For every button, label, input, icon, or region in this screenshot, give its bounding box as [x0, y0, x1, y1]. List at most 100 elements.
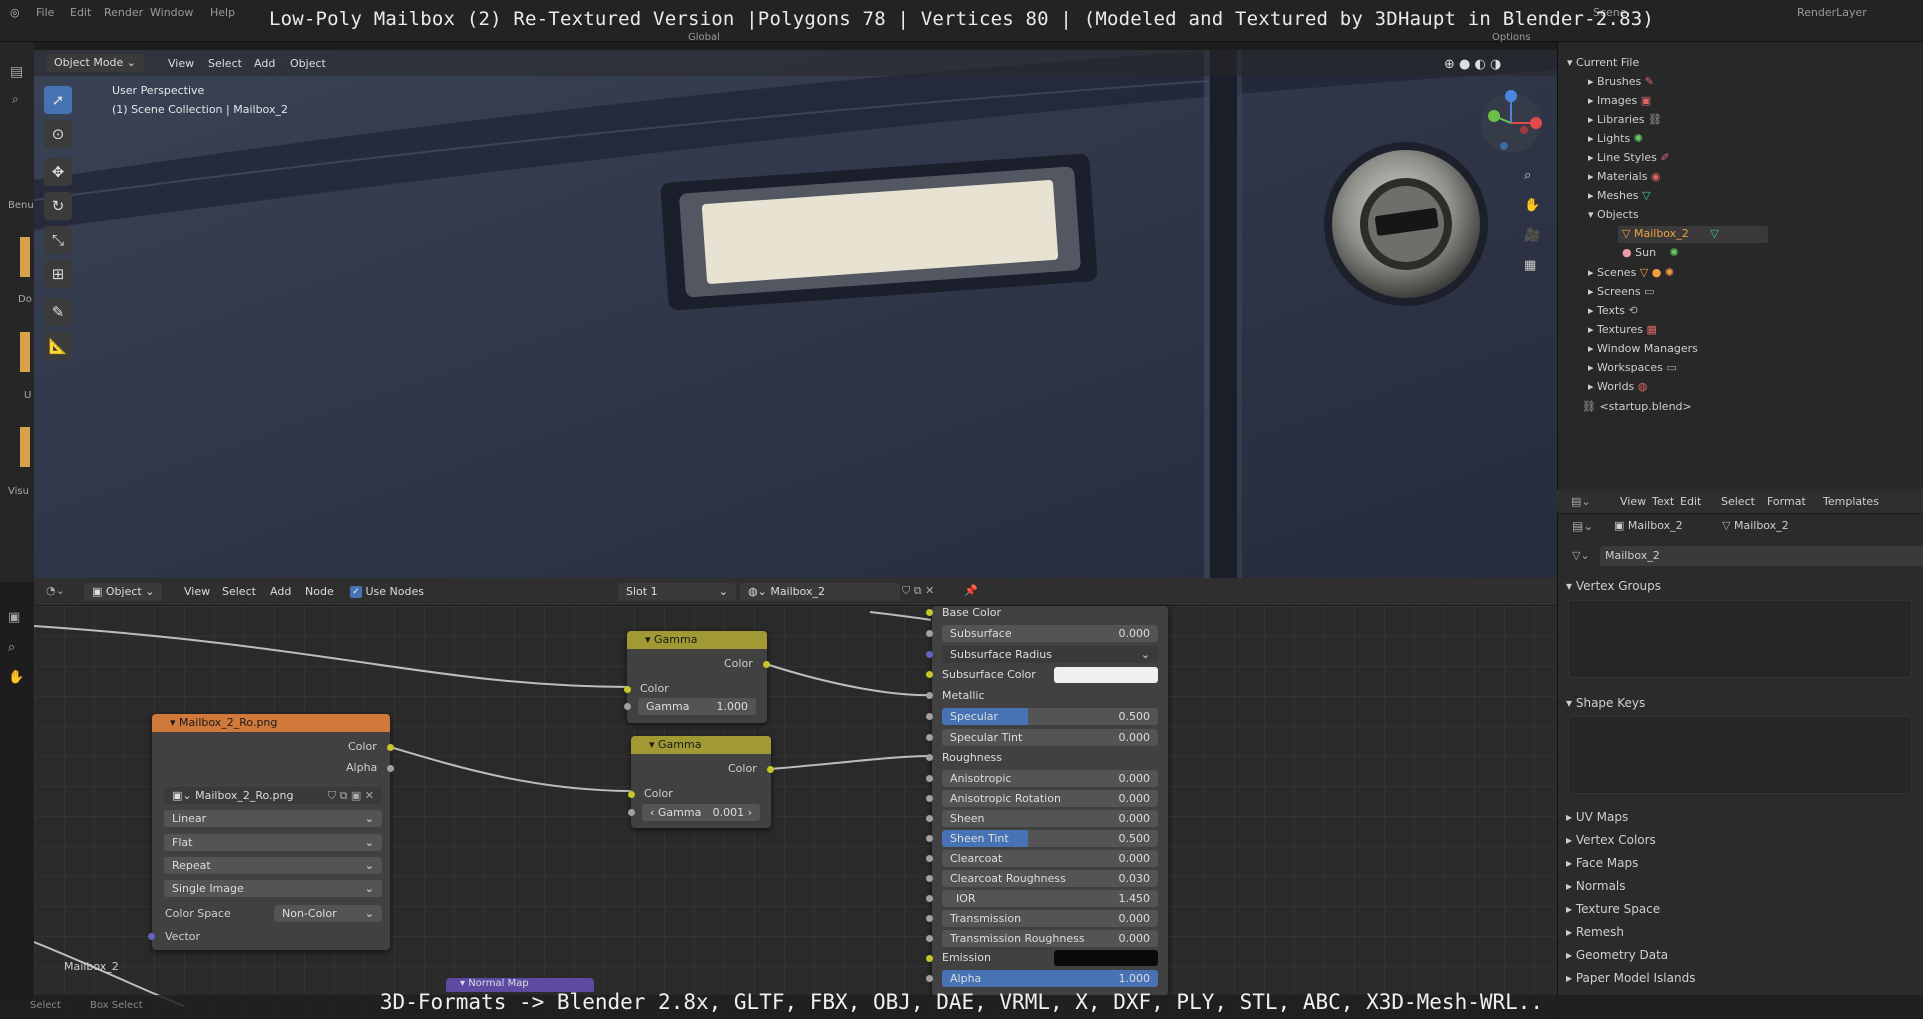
gamma1-output-socket[interactable]	[763, 661, 770, 668]
node-menu-node[interactable]: Node	[305, 585, 334, 598]
measure-tool-icon[interactable]: 📐	[44, 332, 72, 360]
anisotropic-rotation-field[interactable]: Anisotropic Rotation 0.000	[942, 790, 1158, 807]
emission-socket[interactable]	[926, 955, 933, 962]
specular-tint-socket[interactable]	[926, 734, 933, 741]
anisotropic-socket[interactable]	[926, 775, 933, 782]
ior-socket[interactable]	[926, 895, 933, 902]
clearcoat-socket[interactable]	[926, 855, 933, 862]
subsurface-radius-dropdown[interactable]: Subsurface Radius ⌄	[942, 646, 1158, 663]
specular-tint-field[interactable]: Specular Tint 0.000	[942, 729, 1158, 746]
viewport-menu-object[interactable]: Object	[290, 57, 326, 70]
outliner-item-lights[interactable]: ▸ Lights ✺	[1588, 132, 1643, 145]
outliner-item-materials[interactable]: ▸ Materials ◉	[1588, 170, 1661, 183]
interpolation-dropdown[interactable]: Linear ⌄	[164, 810, 382, 827]
node-menu-add[interactable]: Add	[270, 585, 291, 598]
panel-vertex-colors[interactable]: ▸ Vertex Colors	[1566, 833, 1656, 847]
zoom-icon[interactable]: ⌕	[1524, 168, 1531, 183]
outliner-item-objects[interactable]: ▾ Objects	[1588, 208, 1639, 221]
transmission-field[interactable]: Transmission 0.000	[942, 910, 1158, 927]
viewport-menu-view[interactable]: View	[168, 57, 194, 70]
subsurface-field[interactable]: Subsurface 0.000	[942, 625, 1158, 642]
pan-hand-icon[interactable]: ✋	[1524, 198, 1540, 213]
outliner-item-images[interactable]: ▸ Images ▣	[1588, 94, 1651, 107]
sheen-tint-socket[interactable]	[926, 835, 933, 842]
menu-text[interactable]: Text	[1652, 495, 1674, 508]
source-dropdown[interactable]: Single Image ⌄	[164, 880, 382, 897]
outliner-item-texts[interactable]: ▸ Texts ⟲	[1588, 304, 1638, 317]
node-sidebar-icon[interactable]: ▣	[8, 610, 20, 625]
subsurface-radius-socket[interactable]	[926, 651, 933, 658]
outliner-item-textures[interactable]: ▸ Textures ▦	[1588, 323, 1657, 336]
menu-view[interactable]: View	[1620, 495, 1646, 508]
outliner-item-linestyles[interactable]: ▸ Line Styles ✐	[1588, 151, 1670, 164]
roughness-socket[interactable]	[926, 754, 933, 761]
scale-tool-icon[interactable]: ⤡	[44, 226, 72, 254]
outliner-item-meshes[interactable]: ▸ Meshes ▽	[1588, 189, 1650, 202]
properties-tab-icon[interactable]: ▤⌄	[1572, 519, 1593, 533]
cursor-tool-icon[interactable]: ⊙	[44, 120, 72, 148]
editor-type-icon[interactable]: ▤⌄	[1571, 495, 1591, 508]
slot-dropdown[interactable]: Slot 1 ⌄	[618, 583, 736, 601]
panel-shape-keys[interactable]: ▾ Shape Keys	[1566, 696, 1645, 710]
clearcoat-field[interactable]: Clearcoat 0.000	[942, 850, 1158, 867]
viewport-menu-select[interactable]: Select	[208, 57, 242, 70]
gamma1-value-field[interactable]: Gamma 1.000	[638, 698, 756, 715]
specular-field[interactable]: Specular 0.500	[942, 708, 1158, 725]
alpha-field[interactable]: Alpha 1.000	[942, 970, 1158, 987]
search-icon[interactable]: ⌕	[12, 92, 19, 107]
base-color-socket[interactable]	[926, 609, 933, 616]
panel-uv-maps[interactable]: ▸ UV Maps	[1566, 810, 1628, 824]
anisotropic-field[interactable]: Anisotropic 0.000	[942, 770, 1158, 787]
viewport-menu-add[interactable]: Add	[254, 57, 275, 70]
node-menu-select[interactable]: Select	[222, 585, 256, 598]
outliner-root[interactable]: ▾ Current File	[1567, 56, 1639, 69]
gamma2-input-socket[interactable]	[628, 791, 635, 798]
outliner-object-mailbox[interactable]: ▽ Mailbox_2 ▽	[1622, 227, 1719, 240]
outliner-item-worlds[interactable]: ▸ Worlds ◍	[1588, 380, 1647, 393]
clearcoat-roughness-socket[interactable]	[926, 875, 933, 882]
rotate-tool-icon[interactable]: ↻	[44, 192, 72, 220]
color-output-socket[interactable]	[387, 744, 394, 751]
alpha-socket[interactable]	[926, 975, 933, 982]
extension-dropdown[interactable]: Repeat ⌄	[164, 857, 382, 874]
zoom-icon[interactable]: ⌕	[8, 640, 15, 655]
clearcoat-roughness-field[interactable]: Clearcoat Roughness 0.030	[942, 870, 1158, 887]
outliner-item-scenes[interactable]: ▸ Scenes ▽ ● ✺	[1588, 266, 1674, 279]
panel-paper-model-islands[interactable]: ▸ Paper Model Islands	[1566, 971, 1695, 985]
subsurface-color-socket[interactable]	[926, 671, 933, 678]
gamma2-output-socket[interactable]	[767, 766, 774, 773]
sheen-tint-field[interactable]: Sheen Tint 0.500	[942, 830, 1158, 847]
panel-normals[interactable]: ▸ Normals	[1566, 879, 1626, 893]
outliner-object-sun[interactable]: ● Sun ✺	[1622, 246, 1679, 259]
material-selector[interactable]: ◍⌄ Mailbox_2	[740, 583, 900, 601]
alpha-output-socket[interactable]	[387, 765, 394, 772]
outliner-startup-file[interactable]: ⛓ <startup.blend>	[1582, 400, 1692, 413]
gamma1-gamma-socket[interactable]	[624, 703, 631, 710]
options-dropdown[interactable]: Options	[1492, 32, 1531, 43]
vertex-groups-list[interactable]	[1568, 600, 1912, 678]
camera-icon[interactable]: 🎥	[1524, 228, 1540, 243]
material-actions-icon[interactable]: ⛉ ⧉ ✕	[902, 584, 934, 598]
transmission-roughness-socket[interactable]	[926, 935, 933, 942]
specular-socket[interactable]	[926, 713, 933, 720]
annotate-tool-icon[interactable]: ✎	[44, 298, 72, 326]
outliner-item-screens[interactable]: ▸ Screens ▭	[1588, 285, 1655, 298]
outliner-item-workspaces[interactable]: ▸ Workspaces ▭	[1588, 361, 1677, 374]
subsurface-socket[interactable]	[926, 630, 933, 637]
ior-field[interactable]: IOR 1.450	[942, 890, 1158, 907]
projection-dropdown[interactable]: Flat ⌄	[164, 834, 382, 851]
transmission-socket[interactable]	[926, 915, 933, 922]
menu-format[interactable]: Format	[1767, 495, 1806, 508]
3d-viewport[interactable]	[34, 50, 1557, 578]
context-object[interactable]: ▣ Mailbox_2	[1614, 519, 1683, 532]
image-selector[interactable]: ▣⌄ Mailbox_2_Ro.png ⛉ ⧉ ▣ ✕	[164, 787, 382, 804]
select-tool-icon[interactable]: ➚	[44, 86, 72, 114]
sheen-socket[interactable]	[926, 815, 933, 822]
transform-tool-icon[interactable]: ⊞	[44, 260, 72, 288]
pin-icon[interactable]: 📌	[964, 584, 978, 597]
panel-remesh[interactable]: ▸ Remesh	[1566, 925, 1624, 939]
outliner-item-libraries[interactable]: ▸ Libraries ⛓	[1588, 113, 1662, 126]
shading-modes-icon[interactable]: ⊕ ● ◐ ◑	[1444, 57, 1501, 72]
shape-keys-list[interactable]	[1568, 716, 1912, 794]
context-mesh[interactable]: ▽ Mailbox_2	[1722, 519, 1789, 532]
